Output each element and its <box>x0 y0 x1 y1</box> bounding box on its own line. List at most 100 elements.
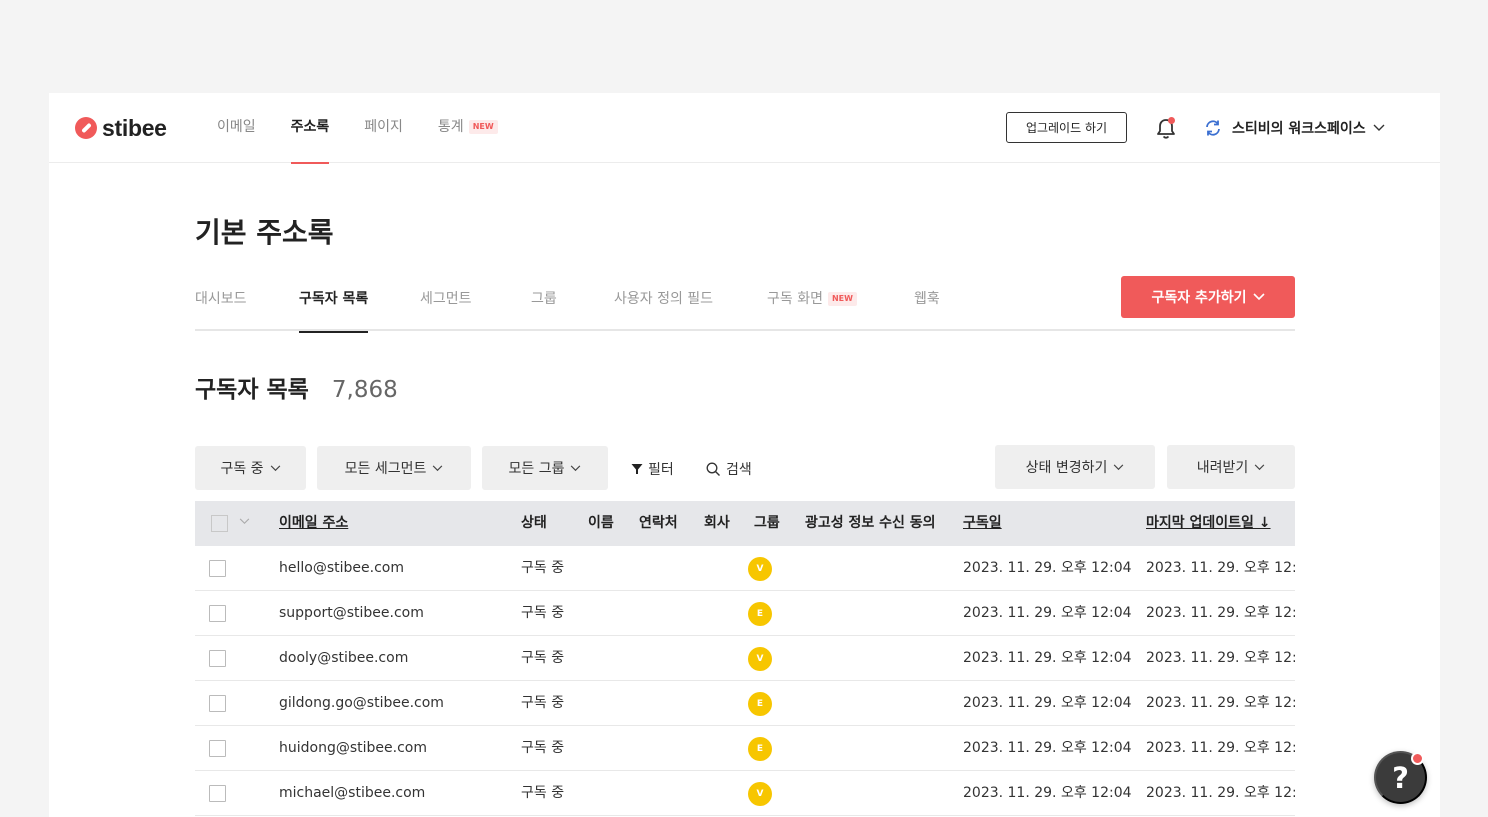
column-header-company: 회사 <box>704 515 730 531</box>
column-header-group: 그룹 <box>754 515 780 531</box>
chevron-down-icon <box>1252 293 1265 301</box>
search-button[interactable]: 검색 <box>706 459 752 479</box>
segment-filter-dropdown[interactable]: 모든 세그먼트 <box>317 446 471 490</box>
email-cell: michael@stibee.com <box>279 785 426 801</box>
subscribed-date-cell: 2023. 11. 29. 오후 12:04 <box>963 560 1132 576</box>
column-header-last-updated[interactable]: 마지막 업데이트일 ↓ <box>1146 501 1271 546</box>
subscribed-date-cell: 2023. 11. 29. 오후 12:04 <box>963 605 1132 621</box>
table-row[interactable]: michael@stibee.com 구독 중 V 2023. 11. 29. … <box>195 771 1295 816</box>
chevron-down-icon <box>432 464 443 472</box>
column-header-subscribed-date[interactable]: 구독일 <box>963 501 1002 546</box>
workspace-label: 스티비의 워크스페이스 <box>1232 121 1366 137</box>
new-badge: NEW <box>468 120 498 134</box>
filter-button[interactable]: 필터 <box>631 459 674 479</box>
search-icon <box>706 462 721 477</box>
email-cell: hello@stibee.com <box>279 560 404 576</box>
table-row[interactable]: support@stibee.com 구독 중 E 2023. 11. 29. … <box>195 591 1295 636</box>
refresh-icon <box>1204 119 1222 137</box>
table-row[interactable]: huidong@stibee.com 구독 중 E 2023. 11. 29. … <box>195 726 1295 771</box>
tab-webhook[interactable]: 웹훅 <box>914 288 940 331</box>
tab-dashboard[interactable]: 대시보드 <box>195 288 247 331</box>
row-checkbox[interactable] <box>209 785 226 802</box>
tab-segments[interactable]: 세그먼트 <box>420 288 472 331</box>
last-updated-cell: 2023. 11. 29. 오후 12:04 <box>1146 560 1295 576</box>
workspace-switcher[interactable]: 스티비의 워크스페이스 <box>1204 116 1385 140</box>
last-updated-cell: 2023. 11. 29. 오후 12:04 <box>1146 605 1295 621</box>
change-status-dropdown[interactable]: 상태 변경하기 <box>995 445 1155 489</box>
email-cell: dooly@stibee.com <box>279 650 409 666</box>
email-cell: huidong@stibee.com <box>279 740 427 756</box>
last-updated-cell: 2023. 11. 29. 오후 12:04 <box>1146 740 1295 756</box>
last-updated-cell: 2023. 11. 29. 오후 12:04 <box>1146 650 1295 666</box>
tab-subscriber-list[interactable]: 구독자 목록 <box>299 288 369 333</box>
subscriber-count: 7,868 <box>331 377 398 403</box>
column-header-status: 상태 <box>521 515 547 531</box>
chevron-down-icon <box>570 464 581 472</box>
status-cell: 구독 중 <box>521 695 565 711</box>
group-filter-dropdown[interactable]: 모든 그룹 <box>482 446 608 490</box>
tab-custom-fields[interactable]: 사용자 정의 필드 <box>614 288 713 331</box>
row-checkbox[interactable] <box>209 740 226 757</box>
page-title: 기본 주소록 <box>195 216 334 249</box>
group-badge: V <box>748 782 772 806</box>
search-label: 검색 <box>726 462 752 478</box>
nav-item-email[interactable]: 이메일 <box>217 93 256 163</box>
table-row[interactable]: hello@stibee.com 구독 중 V 2023. 11. 29. 오후… <box>195 546 1295 591</box>
download-dropdown[interactable]: 내려받기 <box>1167 445 1295 489</box>
row-checkbox[interactable] <box>209 650 226 667</box>
group-badge: V <box>748 647 772 671</box>
table-header: 이메일 주소 상태 이름 연락처 회사 그룹 광고성 정보 수신 동의 구독일 … <box>195 501 1295 546</box>
email-cell: gildong.go@stibee.com <box>279 695 444 711</box>
tab-groups[interactable]: 그룹 <box>531 288 557 331</box>
row-checkbox[interactable] <box>209 605 226 622</box>
row-checkbox[interactable] <box>209 695 226 712</box>
main-menu: 이메일 주소록 페이지 통계 NEW <box>217 93 533 164</box>
subscribed-date-cell: 2023. 11. 29. 오후 12:04 <box>963 650 1132 666</box>
segment-filter-label: 모든 세그먼트 <box>344 461 427 477</box>
column-header-email[interactable]: 이메일 주소 <box>279 501 348 546</box>
funnel-icon <box>631 463 643 475</box>
stibee-logo[interactable]: stibee <box>75 115 167 141</box>
logo-text: stibee <box>102 114 167 141</box>
chevron-down-icon[interactable] <box>239 518 250 525</box>
upgrade-button[interactable]: 업그레이드 하기 <box>1006 112 1127 143</box>
group-badge: E <box>748 692 772 716</box>
row-checkbox[interactable] <box>209 560 226 577</box>
last-updated-cell: 2023. 11. 29. 오후 12:04 <box>1146 785 1295 801</box>
status-cell: 구독 중 <box>521 605 565 621</box>
section-title: 구독자 목록 <box>195 377 309 403</box>
top-navigation: stibee 이메일 주소록 페이지 통계 NEW 업그레이드 하기 스티비의 … <box>49 93 1440 164</box>
subscribed-date-cell: 2023. 11. 29. 오후 12:04 <box>963 785 1132 801</box>
status-filter-dropdown[interactable]: 구독 중 <box>195 446 306 490</box>
status-cell: 구독 중 <box>521 650 565 666</box>
table-row[interactable]: gildong.go@stibee.com 구독 중 E 2023. 11. 2… <box>195 681 1295 726</box>
table-row[interactable]: dooly@stibee.com 구독 중 V 2023. 11. 29. 오후… <box>195 636 1295 681</box>
last-updated-cell: 2023. 11. 29. 오후 12:04 <box>1146 695 1295 711</box>
notification-bell-icon[interactable] <box>1155 116 1177 140</box>
subscriber-list-heading: 구독자 목록 7,868 <box>195 370 398 404</box>
nav-item-page[interactable]: 페이지 <box>364 93 403 163</box>
tab-label: 구독 화면 <box>767 291 823 307</box>
email-cell: support@stibee.com <box>279 605 424 621</box>
status-filter-label: 구독 중 <box>220 461 264 477</box>
nav-item-address-book[interactable]: 주소록 <box>290 93 330 164</box>
column-header-contact: 연락처 <box>639 515 678 531</box>
add-subscriber-button[interactable]: 구독자 추가하기 <box>1121 276 1295 318</box>
notification-dot <box>1411 752 1424 765</box>
logo-icon <box>75 117 97 139</box>
chevron-down-icon <box>1254 463 1265 471</box>
nav-item-label: 주소록 <box>290 119 330 135</box>
group-badge: E <box>748 737 772 761</box>
status-cell: 구독 중 <box>521 740 565 756</box>
tab-subscribe-form[interactable]: 구독 화면 NEW <box>767 288 857 331</box>
select-all-checkbox[interactable] <box>211 515 228 532</box>
filter-label: 필터 <box>648 462 674 478</box>
group-badge: E <box>748 602 772 626</box>
group-filter-label: 모든 그룹 <box>508 461 565 477</box>
chevron-down-icon <box>1373 124 1385 132</box>
nav-item-stats[interactable]: 통계 NEW <box>438 93 498 163</box>
download-label: 내려받기 <box>1196 460 1249 476</box>
nav-item-label: 통계 <box>437 119 464 135</box>
change-status-label: 상태 변경하기 <box>1025 460 1108 476</box>
group-badge: V <box>748 557 772 581</box>
